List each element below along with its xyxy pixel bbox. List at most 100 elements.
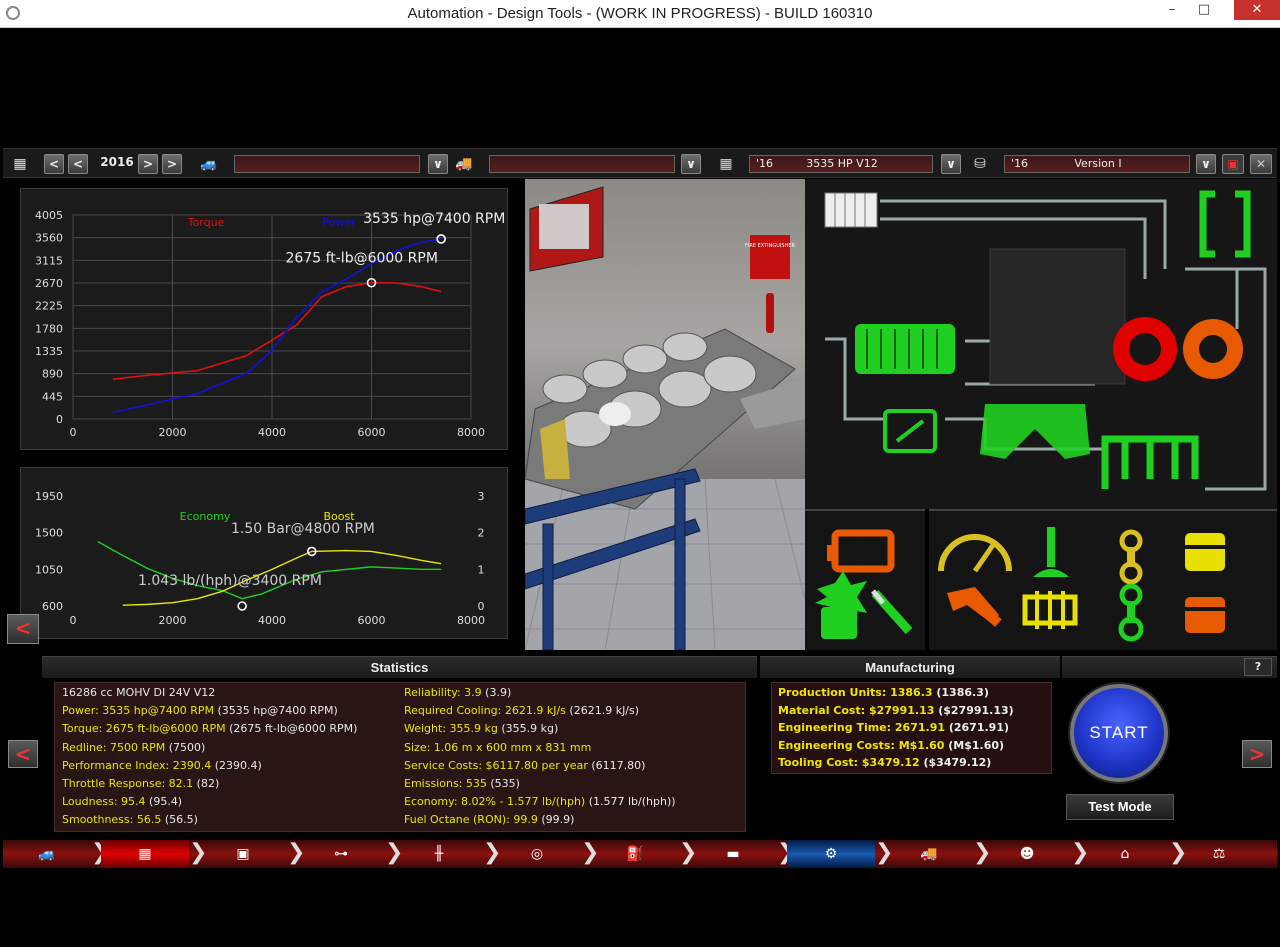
manufacturing-row: Engineering Costs: M$1.60 (M$1.60): [778, 737, 1004, 755]
intercooler-icon[interactable]: [855, 324, 955, 374]
peak-annotation: 1.043 lb/(hph)@3400 RPM: [138, 573, 322, 589]
crankshaft-nav-item[interactable]: ⊶: [297, 840, 385, 868]
start-button[interactable]: START: [1070, 684, 1168, 782]
engine-family-field[interactable]: '16 3535 HP V12: [749, 155, 933, 173]
engine-flow-diagram: [805, 179, 1277, 509]
turbo-compressor-icon[interactable]: [1113, 317, 1177, 381]
wrench-icon[interactable]: [947, 587, 1002, 627]
window-title: Automation - Design Tools - (WORK IN PRO…: [407, 5, 873, 22]
stat-row: Throttle Response: 82.1 (82): [62, 775, 219, 793]
factory-nav-item[interactable]: ⌂: [1081, 840, 1169, 868]
next-decade-button[interactable]: >: [162, 154, 182, 174]
next-section-button[interactable]: >: [1242, 740, 1272, 768]
x-tick-label: 4000: [258, 614, 286, 627]
stat-row: Smoothness: 56.5 (56.5): [62, 811, 198, 829]
exhaust-nav-item[interactable]: ▬: [689, 840, 777, 868]
car-trim-icon: 🚚: [455, 156, 473, 172]
cylinder-head-nav-item[interactable]: ▣: [199, 840, 287, 868]
row-label: Throttle Response:: [62, 777, 166, 790]
stat-row: Required Cooling: 2621.9 kJ/s (2621.9 kJ…: [404, 702, 639, 720]
engine-damage-icon[interactable]: [815, 571, 867, 639]
y-tick-label: 3115: [35, 254, 63, 267]
exhaust-manifold-icon[interactable]: [1101, 435, 1199, 489]
turbo-turbine-icon[interactable]: [1183, 319, 1243, 379]
row-value: 355.9 kg: [446, 722, 498, 736]
engine-status-svg: [815, 529, 913, 639]
row-value: 1.06 m x 600 mm x 831 mm: [430, 740, 592, 754]
car-model-dropdown[interactable]: ∨: [428, 154, 448, 174]
turbo-nav-item[interactable]: ◎: [493, 840, 581, 868]
stat-row: Service Costs: $6117.80 per year (6117.8…: [404, 757, 645, 775]
car-trim-dropdown[interactable]: ∨: [681, 154, 701, 174]
car-trim-field[interactable]: [489, 155, 675, 173]
design-step-navbar: 🚙❯▦❯▣❯⊶❯╫❯◎❯⛽❯▬❯⚙❯🚚❯☻❯⌂❯⚖: [3, 840, 1277, 868]
row-value: 2621.9 kJ/s: [501, 704, 566, 718]
cylinder-head-icon: ▣: [236, 846, 250, 862]
collapse-charts-button[interactable]: <: [7, 614, 39, 644]
row-reference-value: (2390.4): [211, 758, 262, 772]
intake-manifold-icon[interactable]: [980, 404, 1090, 459]
power-torque-chart: 0 2000 4000 6000 8000 0 445 890 1335 1780 2225 2670…: [20, 188, 508, 450]
piston-ring-icon[interactable]: [1185, 597, 1225, 633]
save-icon[interactable]: ▣: [1222, 154, 1244, 174]
manufacturing-row: Engineering Time: 2671.91 (2671.91): [778, 719, 1009, 737]
close-variant-button[interactable]: ✕: [1250, 154, 1272, 174]
test-mode-button[interactable]: Test Mode: [1066, 794, 1174, 820]
engine-tune-nav-item[interactable]: ⚙: [787, 840, 875, 868]
prev-section-button[interactable]: <: [8, 740, 38, 768]
row-label: Tooling Cost:: [778, 756, 859, 769]
engine-variant-field[interactable]: '16 Version I: [1004, 155, 1190, 173]
engine-block-icon: ▦: [138, 846, 152, 862]
row-reference-value: (1386.3): [932, 686, 989, 699]
engine-variant-dropdown[interactable]: ∨: [1196, 154, 1216, 174]
next-year-button[interactable]: >: [138, 154, 158, 174]
row-value: 3535 hp@7400 RPM: [98, 704, 214, 718]
spark-plug-icon[interactable]: [871, 589, 913, 635]
camshaft-icon[interactable]: [1022, 591, 1078, 629]
connecting-rod-icon[interactable]: [1119, 529, 1143, 585]
row-value: 1386.3: [886, 686, 933, 699]
check-engine-icon[interactable]: [827, 529, 895, 573]
calendar-icon[interactable]: ▦: [9, 155, 31, 173]
throttle-body-icon[interactable]: [883, 409, 937, 453]
row-value: 2675 ft-lb@6000 RPM: [102, 722, 226, 736]
stat-row: Size: 1.06 m x 600 mm x 831 mm: [404, 739, 591, 757]
maximize-button[interactable]: □: [1190, 0, 1218, 20]
balance-scale-nav-item[interactable]: ⚖: [1179, 840, 1259, 868]
fuel-system-nav-item[interactable]: ⛽: [591, 840, 679, 868]
car-body-nav-item[interactable]: 🚙: [3, 840, 91, 868]
minimize-button[interactable]: –: [1158, 0, 1186, 20]
peak-annotation: 2675 ft-lb@6000 RPM: [286, 251, 438, 267]
prev-decade-button[interactable]: <: [44, 154, 64, 174]
engine-3d-viewport[interactable]: FIRE EXTINGUISHER: [525, 179, 805, 650]
crankshaft-rod-icon[interactable]: [1118, 583, 1144, 642]
help-button[interactable]: ?: [1244, 658, 1272, 676]
row-label: Loudness:: [62, 795, 118, 809]
row-reference-value: ($3479.12): [919, 756, 992, 769]
prev-year-button[interactable]: <: [68, 154, 88, 174]
blowoff-valve-icon[interactable]: [1199, 190, 1251, 258]
driver-nav-item[interactable]: ☻: [983, 840, 1071, 868]
engine-block-nav-item[interactable]: ▦: [101, 840, 189, 868]
variant-name: Version I: [1074, 157, 1122, 170]
engine-family-dropdown[interactable]: ∨: [941, 154, 961, 174]
row-reference-value: (1.577 lb/(hph)): [585, 795, 676, 809]
stat-row: Redline: 7500 RPM (7500): [62, 739, 205, 757]
stat-row: Emissions: 535 (535): [404, 775, 520, 793]
gauge-icon[interactable]: [938, 534, 1012, 573]
car-tuning-nav-item[interactable]: 🚚: [885, 840, 973, 868]
car-body-icon: 🚙: [38, 846, 56, 862]
manufacturing-row: Tooling Cost: $3479.12 ($3479.12): [778, 754, 991, 772]
row-label: Performance Index:: [62, 758, 170, 772]
stat-row: Performance Index: 2390.4 (2390.4): [62, 757, 262, 775]
air-intake-icon[interactable]: [824, 192, 878, 228]
valve-icon[interactable]: [1033, 527, 1069, 577]
valvetrain-nav-item[interactable]: ╫: [395, 840, 483, 868]
x-tick-label: 2000: [159, 426, 187, 439]
piston-icon[interactable]: [1185, 533, 1225, 571]
row-reference-value: (2621.9 kJ/s): [565, 704, 640, 718]
row-label: Engineering Time:: [778, 721, 892, 734]
car-model-field[interactable]: [234, 155, 420, 173]
year-display: 2016: [100, 155, 134, 169]
close-button[interactable]: ✕: [1234, 0, 1280, 20]
